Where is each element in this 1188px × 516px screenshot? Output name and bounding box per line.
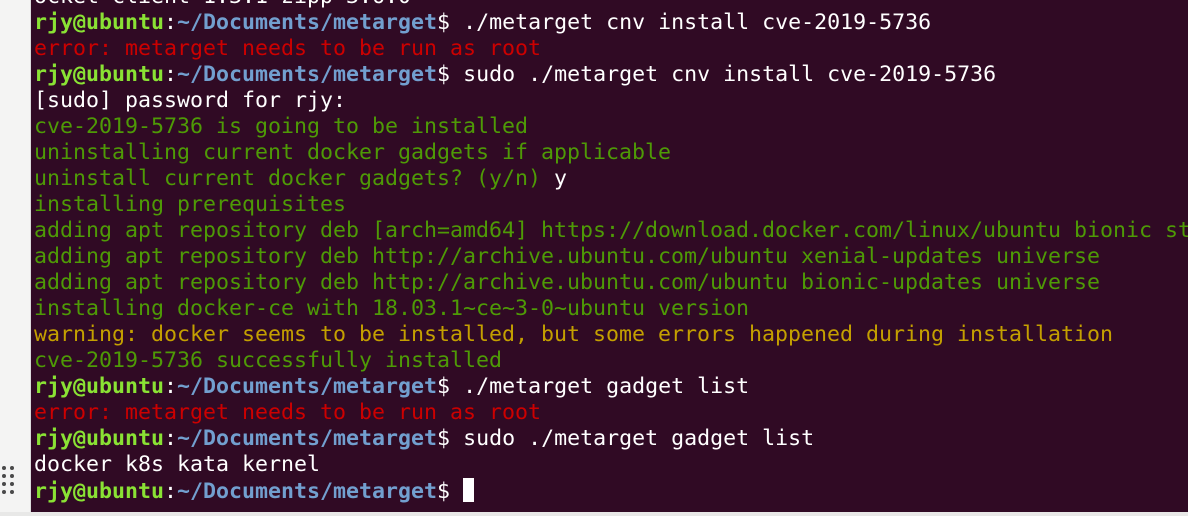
prompt-path: ~/Documents/metarget bbox=[177, 62, 438, 87]
output-text: docker k8s kata kernel bbox=[34, 452, 321, 477]
prompt-user-host: rjy@ubuntu bbox=[34, 10, 165, 35]
terminal-cursor[interactable] bbox=[463, 478, 475, 502]
output-text: adding apt repository deb [arch=amd64] h… bbox=[34, 218, 1188, 243]
output-line: cve-2019-5736 is going to be installed bbox=[34, 114, 1188, 140]
output-text: cve-2019-5736 is going to be installed bbox=[34, 114, 529, 139]
output-text: warning: docker seems to be installed, b… bbox=[34, 322, 1114, 347]
output-line: docker k8s kata kernel bbox=[34, 452, 1188, 478]
prompt-separator: : bbox=[164, 479, 178, 504]
command-text: ./metarget gadget list bbox=[450, 374, 750, 399]
output-text: adding apt repository deb http://archive… bbox=[34, 244, 1101, 269]
prompt-user-host: rjy@ubuntu bbox=[34, 479, 165, 504]
output-line: installing prerequisites bbox=[34, 192, 1188, 218]
command-text: sudo ./metarget cnv install cve-2019-573… bbox=[450, 62, 997, 87]
output-text: adding apt repository deb http://archive… bbox=[34, 270, 1101, 295]
output-text: installing docker-ce with 18.03.1~ce~3-0… bbox=[34, 296, 750, 321]
output-text: uninstall current docker gadgets? (y/n) bbox=[34, 166, 542, 191]
terminal-output: ocket-client-1.3.1 zipp-3.6.0rjy@ubuntu:… bbox=[34, 0, 1188, 504]
prompt-symbol: $ bbox=[437, 374, 451, 399]
output-line: warning: docker seems to be installed, b… bbox=[34, 322, 1188, 348]
output-text: cve-2019-5736 successfully installed bbox=[34, 348, 503, 373]
output-text: error: metarget needs to be run as root bbox=[34, 400, 542, 425]
command-line: rjy@ubuntu:~/Documents/metarget$ sudo ./… bbox=[34, 62, 1188, 88]
prompt-symbol: $ bbox=[437, 426, 451, 451]
output-line: uninstall current docker gadgets? (y/n) … bbox=[34, 166, 1188, 192]
prompt-separator: : bbox=[164, 62, 178, 87]
output-line: uninstalling current docker gadgets if a… bbox=[34, 140, 1188, 166]
output-line: error: metarget needs to be run as root bbox=[34, 36, 1188, 62]
command-line: rjy@ubuntu:~/Documents/metarget$ bbox=[34, 478, 1188, 504]
prompt-path: ~/Documents/metarget bbox=[177, 479, 438, 504]
prompt-path: ~/Documents/metarget bbox=[177, 426, 438, 451]
output-text: uninstalling current docker gadgets if a… bbox=[34, 140, 672, 165]
command-line: rjy@ubuntu:~/Documents/metarget$ ./metar… bbox=[34, 10, 1188, 36]
command-text: sudo ./metarget gadget list bbox=[450, 426, 815, 451]
prompt-path: ~/Documents/metarget bbox=[177, 10, 438, 35]
prompt-separator: : bbox=[164, 426, 178, 451]
command-line: rjy@ubuntu:~/Documents/metarget$ sudo ./… bbox=[34, 426, 1188, 452]
prompt-path: ~/Documents/metarget bbox=[177, 374, 438, 399]
prompt-symbol: $ bbox=[437, 479, 451, 504]
ubuntu-dock bbox=[0, 0, 31, 516]
output-text: error: metarget needs to be run as root bbox=[34, 36, 542, 61]
prompt-user-host: rjy@ubuntu bbox=[34, 62, 165, 87]
command-text: ./metarget cnv install cve-2019-5736 bbox=[450, 10, 932, 35]
prompt-separator: : bbox=[164, 10, 178, 35]
window-bottom-edge bbox=[0, 512, 1188, 516]
output-text: installing prerequisites bbox=[34, 192, 347, 217]
output-line: installing docker-ce with 18.03.1~ce~3-0… bbox=[34, 296, 1188, 322]
output-line: cve-2019-5736 successfully installed bbox=[34, 348, 1188, 374]
prompt-symbol: $ bbox=[437, 10, 451, 35]
output-line: error: metarget needs to be run as root bbox=[34, 400, 1188, 426]
terminal-window[interactable]: ocket-client-1.3.1 zipp-3.6.0rjy@ubuntu:… bbox=[31, 0, 1188, 512]
output-text: ocket-client-1.3.1 zipp-3.6.0 bbox=[34, 0, 411, 9]
prompt-separator: : bbox=[164, 374, 178, 399]
user-answer: y bbox=[541, 166, 568, 191]
output-text: [sudo] password for rjy: bbox=[34, 88, 347, 113]
command-line: rjy@ubuntu:~/Documents/metarget$ ./metar… bbox=[34, 374, 1188, 400]
prompt-user-host: rjy@ubuntu bbox=[34, 426, 165, 451]
prompt-user-host: rjy@ubuntu bbox=[34, 374, 165, 399]
output-line: adding apt repository deb [arch=amd64] h… bbox=[34, 218, 1188, 244]
desktop-window: ocket-client-1.3.1 zipp-3.6.0rjy@ubuntu:… bbox=[0, 0, 1188, 516]
output-line: ocket-client-1.3.1 zipp-3.6.0 bbox=[34, 0, 1188, 10]
prompt-symbol: $ bbox=[437, 62, 451, 87]
show-applications-icon[interactable] bbox=[2, 466, 18, 496]
output-line: adding apt repository deb http://archive… bbox=[34, 244, 1188, 270]
output-line: [sudo] password for rjy: bbox=[34, 88, 1188, 114]
output-line: adding apt repository deb http://archive… bbox=[34, 270, 1188, 296]
